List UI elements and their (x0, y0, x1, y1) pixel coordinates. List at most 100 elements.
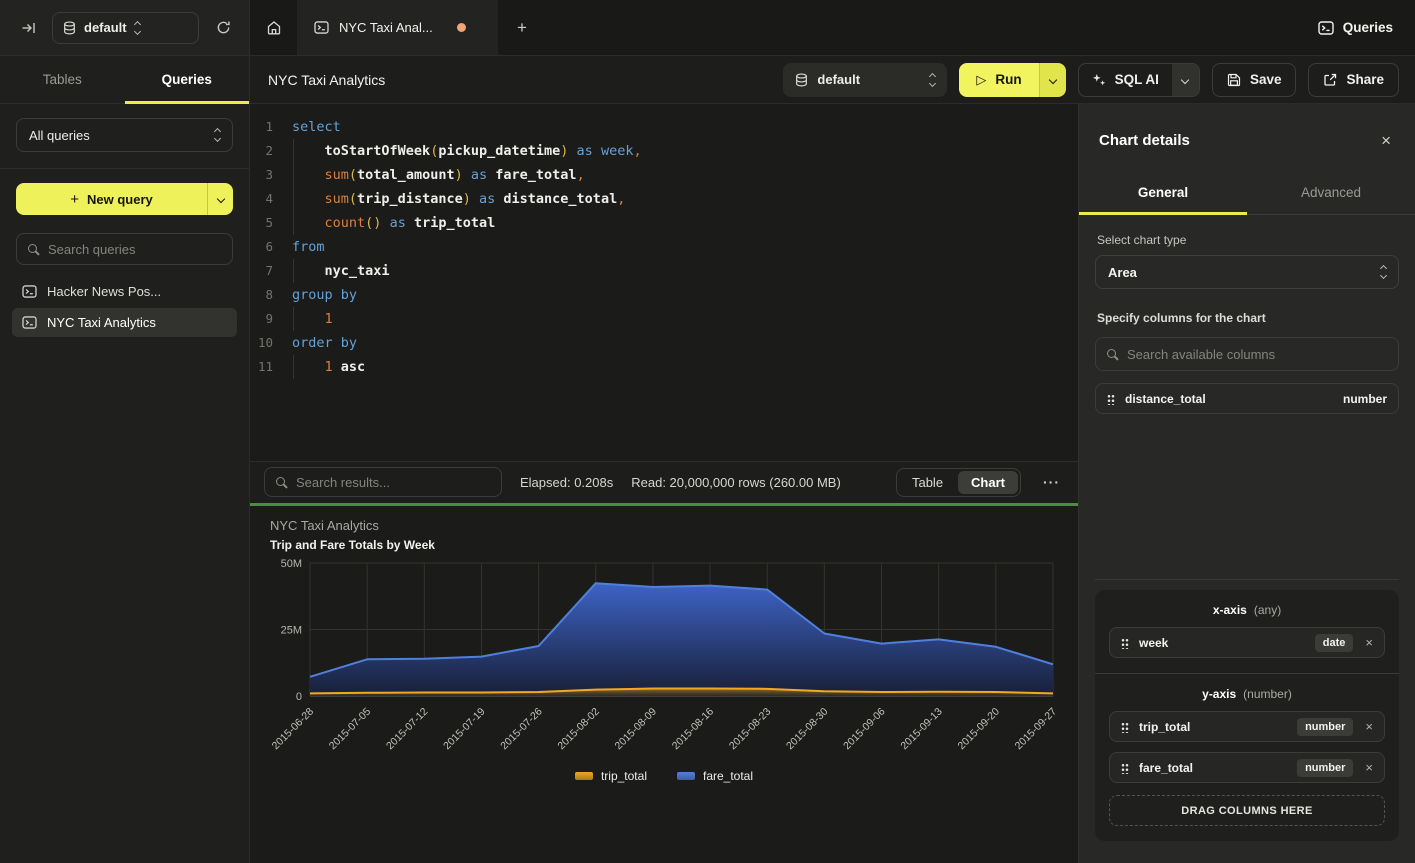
run-button[interactable]: ▷ Run (959, 63, 1038, 97)
chevron-updown-icon (930, 74, 935, 86)
database-icon (795, 73, 808, 87)
line-number: 3 (250, 163, 286, 187)
save-button[interactable]: Save (1212, 63, 1297, 97)
query-filter-select[interactable]: All queries (16, 118, 233, 152)
query-filter-value: All queries (29, 128, 215, 143)
run-database-selector[interactable]: default (783, 63, 947, 97)
database-selector[interactable]: default (52, 12, 199, 44)
sidebar-tabs: Tables Queries (0, 56, 249, 104)
svg-text:2015-08-09: 2015-08-09 (613, 705, 660, 752)
chart-subtitle: Trip and Fare Totals by Week (270, 538, 1058, 552)
code-text: 1 asc (286, 355, 365, 379)
y-axis-column-item[interactable]: fare_totalnumber× (1109, 752, 1385, 783)
query-list-item[interactable]: Hacker News Pos... (12, 277, 237, 306)
column-name: week (1139, 636, 1168, 650)
tab-advanced[interactable]: Advanced (1247, 171, 1415, 214)
chart-details-panel: Chart details × General Advanced Select … (1078, 104, 1415, 863)
share-button-label: Share (1346, 72, 1384, 87)
new-query-label: New query (87, 192, 153, 207)
tab-tables[interactable]: Tables (0, 56, 125, 103)
available-column-item[interactable]: distance_totalnumber (1095, 383, 1399, 414)
y-axis-column-item[interactable]: trip_totalnumber× (1109, 711, 1385, 742)
line-number: 9 (250, 307, 286, 331)
view-chart-button[interactable]: Chart (958, 471, 1018, 494)
view-table-button[interactable]: Table (899, 471, 956, 494)
tab-title: NYC Taxi Anal... (339, 20, 433, 35)
line-number: 7 (250, 259, 286, 283)
new-query-button[interactable]: + New query (16, 183, 233, 215)
chevron-updown-icon (135, 22, 140, 34)
svg-text:2015-09-20: 2015-09-20 (955, 705, 1002, 752)
remove-column-button[interactable]: × (1365, 636, 1373, 649)
sql-ai-button[interactable]: SQL AI (1079, 64, 1172, 96)
editor-and-results: 1select2 toStartOfWeek(pickup_datetime) … (250, 104, 1078, 863)
x-axis-column-item[interactable]: week date × (1109, 627, 1385, 658)
svg-text:50M: 50M (281, 558, 302, 570)
code-text: select (286, 115, 341, 139)
elapsed-time: Elapsed: 0.208s (520, 475, 613, 490)
chart-plot: 025M50M2015-06-282015-07-052015-07-12201… (270, 554, 1058, 769)
refresh-icon (216, 20, 231, 35)
queries-button[interactable]: Queries (1318, 20, 1393, 35)
sql-ai-label: SQL AI (1115, 72, 1159, 87)
tab-general[interactable]: General (1079, 171, 1247, 214)
rows-read: Read: 20,000,000 rows (260.00 MB) (631, 475, 841, 490)
columns-label: Specify columns for the chart (1097, 311, 1399, 325)
tab-nyc-taxi-analytics[interactable]: NYC Taxi Anal... (298, 0, 498, 55)
remove-column-button[interactable]: × (1365, 720, 1373, 733)
collapse-sidebar-button[interactable] (14, 14, 42, 42)
new-query-dropdown-button[interactable] (207, 183, 233, 215)
legend-item[interactable]: fare_total (677, 769, 753, 783)
column-type-badge: date (1315, 634, 1354, 652)
sidebar: Tables Queries All queries + New query (0, 56, 250, 863)
legend-swatch (575, 772, 593, 780)
results-search-input[interactable] (296, 475, 491, 490)
svg-text:2015-08-30: 2015-08-30 (784, 705, 831, 752)
panel-content: Select chart type Area Specify columns f… (1079, 215, 1415, 863)
query-filter-wrap: All queries (0, 104, 249, 169)
chart-legend: trip_total fare_total (270, 769, 1058, 783)
svg-text:2015-07-05: 2015-07-05 (327, 705, 374, 752)
new-tab-button[interactable]: + (498, 0, 546, 55)
legend-item[interactable]: trip_total (575, 769, 647, 783)
columns-search-input[interactable] (1127, 347, 1388, 362)
code-line: 11 1 asc (250, 355, 1078, 379)
close-panel-button[interactable]: × (1377, 130, 1395, 151)
query-search-input[interactable] (48, 242, 222, 257)
terminal-icon (22, 316, 37, 329)
refresh-button[interactable] (209, 14, 237, 42)
terminal-icon (22, 285, 37, 298)
query-search-box (16, 233, 233, 265)
drag-columns-dropzone[interactable]: DRAG COLUMNS HERE (1109, 795, 1385, 826)
axes-card: x-axis (any) weekdate× y-axis (number) (1095, 590, 1399, 841)
run-button-label: Run (995, 72, 1021, 87)
chevron-down-icon (1181, 75, 1189, 83)
run-options-button[interactable] (1039, 63, 1066, 97)
remove-column-button[interactable]: × (1365, 761, 1373, 774)
search-icon (27, 243, 40, 256)
top-bar-right: Queries (1318, 0, 1415, 55)
chart-type-select[interactable]: Area (1095, 255, 1399, 289)
sql-console-app: default NYC Taxi Anal... + Q (0, 0, 1415, 863)
drag-handle-icon[interactable] (1121, 721, 1129, 733)
sparkles-icon (1092, 73, 1106, 87)
columns-search-box (1095, 337, 1399, 371)
sql-ai-dropdown-button[interactable] (1172, 64, 1199, 96)
more-options-button[interactable]: ··· (1039, 474, 1064, 490)
plus-icon: + (70, 191, 79, 208)
code-line: 6from (250, 235, 1078, 259)
drag-handle-icon[interactable] (1107, 393, 1115, 405)
drag-handle-icon[interactable] (1121, 762, 1129, 774)
sql-editor[interactable]: 1select2 toStartOfWeek(pickup_datetime) … (250, 104, 1078, 461)
y-axis-section: y-axis (number) trip_totalnumber×fare_to… (1095, 674, 1399, 841)
code-text: order by (286, 331, 357, 355)
query-list-item[interactable]: NYC Taxi Analytics (12, 308, 237, 337)
column-type-badge: number (1297, 759, 1353, 777)
drag-handle-icon[interactable] (1121, 637, 1129, 649)
run-database-value: default (817, 72, 921, 87)
share-button[interactable]: Share (1308, 63, 1399, 97)
home-button[interactable] (250, 0, 298, 55)
tab-queries[interactable]: Queries (125, 56, 250, 103)
chevron-down-icon (1048, 75, 1056, 83)
code-text: 1 (286, 307, 333, 331)
